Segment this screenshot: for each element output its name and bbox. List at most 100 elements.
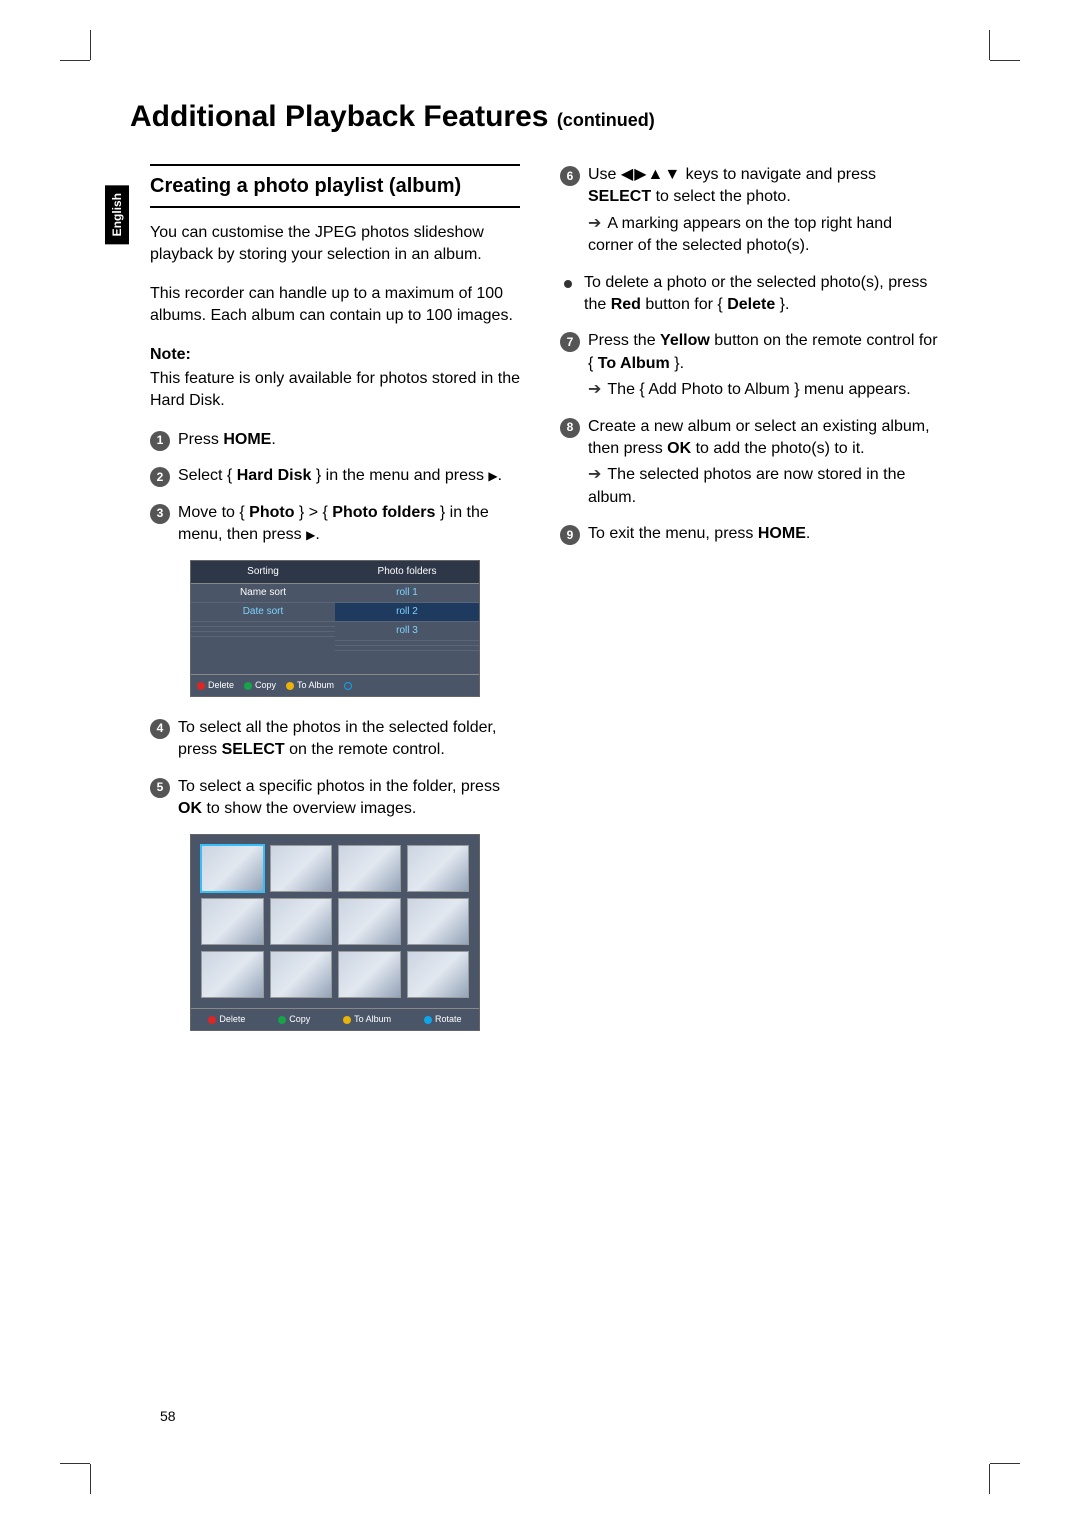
step-number-icon: 9 bbox=[560, 525, 580, 545]
section-title: Creating a photo playlist (album) bbox=[150, 164, 520, 208]
note-text: This feature is only available for photo… bbox=[150, 368, 520, 413]
page-title: Additional Playback Features (continued) bbox=[130, 100, 990, 134]
note-label: Note: bbox=[150, 344, 520, 366]
step-5: 5 To select a specific photos in the fol… bbox=[150, 776, 520, 821]
page-title-suffix: (continued) bbox=[557, 110, 655, 130]
thumbnail bbox=[338, 898, 401, 945]
intro-paragraph-1: You can customise the JPEG photos slides… bbox=[150, 222, 520, 267]
step-7: 7 Press the Yellow button on the remote … bbox=[560, 330, 940, 401]
footer-toalbum: To Album bbox=[286, 679, 334, 692]
footer-copy: Copy bbox=[244, 679, 276, 692]
yellow-dot-icon bbox=[343, 1016, 351, 1024]
step-text: To select a specific photos in the folde… bbox=[178, 778, 500, 795]
step-text: . bbox=[315, 526, 319, 543]
yellow-button-label: Yellow bbox=[660, 332, 710, 349]
sort-option: Name sort bbox=[191, 584, 335, 603]
language-tab: English bbox=[105, 185, 129, 244]
step-text: Use bbox=[588, 166, 621, 183]
menu-option-label: Photo bbox=[249, 504, 294, 521]
step-number-icon: 4 bbox=[150, 719, 170, 739]
step-text: on the remote control. bbox=[285, 741, 445, 758]
footer-copy: Copy bbox=[278, 1013, 310, 1026]
page-number: 58 bbox=[160, 1408, 176, 1424]
step-text: . bbox=[271, 431, 275, 448]
select-key-label: SELECT bbox=[222, 741, 285, 758]
thumbnail bbox=[407, 845, 470, 892]
menu-col-header-folders: Photo folders bbox=[335, 561, 479, 583]
step-text: Move to { bbox=[178, 504, 249, 521]
nav-arrows-icon bbox=[621, 166, 681, 183]
bullet-delete: To delete a photo or the selected photo(… bbox=[560, 272, 940, 317]
step-4: 4 To select all the photos in the select… bbox=[150, 717, 520, 762]
step-text: . bbox=[498, 467, 502, 484]
step-9: 9 To exit the menu, press HOME. bbox=[560, 523, 940, 545]
step-text: to show the overview images. bbox=[202, 800, 416, 817]
step-number-icon: 6 bbox=[560, 166, 580, 186]
step-text: } in the menu and press bbox=[311, 467, 488, 484]
folder-item: roll 1 bbox=[335, 584, 479, 603]
thumbnail bbox=[270, 951, 333, 998]
step-text: }. bbox=[670, 355, 684, 372]
home-key-label: HOME bbox=[223, 431, 271, 448]
green-dot-icon bbox=[244, 682, 252, 690]
step-2: 2 Select { Hard Disk } in the menu and p… bbox=[150, 465, 520, 487]
step-number-icon: 8 bbox=[560, 418, 580, 438]
step-1: 1 Press HOME. bbox=[150, 429, 520, 451]
step-8: 8 Create a new album or select an existi… bbox=[560, 416, 940, 510]
menu-option-label: To Album bbox=[598, 355, 670, 372]
empty-row bbox=[335, 646, 479, 651]
step-text: To exit the menu, press bbox=[588, 525, 758, 542]
red-button-label: Red bbox=[611, 296, 641, 313]
step-number-icon: 1 bbox=[150, 431, 170, 451]
thumbnail bbox=[407, 951, 470, 998]
step-3: 3 Move to { Photo } > { Photo folders } … bbox=[150, 502, 520, 547]
play-right-icon bbox=[488, 467, 497, 484]
result-text: The { Add Photo to Album } menu appears. bbox=[588, 379, 940, 401]
bullet-icon bbox=[564, 280, 572, 288]
thumbnail bbox=[338, 951, 401, 998]
step-text: . bbox=[806, 525, 810, 542]
step-text: button for { bbox=[641, 296, 727, 313]
folder-item-highlighted: roll 2 bbox=[335, 603, 479, 622]
step-number-icon: 7 bbox=[560, 332, 580, 352]
step-text: Press bbox=[178, 431, 223, 448]
empty-row bbox=[191, 632, 335, 637]
thumbnail bbox=[201, 898, 264, 945]
menu-screenshot: Sorting Photo folders Name sort Date sor… bbox=[190, 560, 480, 697]
thumbnail bbox=[338, 845, 401, 892]
step-6: 6 Use keys to navigate and press SELECT … bbox=[560, 164, 940, 258]
red-dot-icon bbox=[197, 682, 205, 690]
page-title-main: Additional Playback Features bbox=[130, 100, 548, 133]
step-number-icon: 3 bbox=[150, 504, 170, 524]
menu-option-label: Delete bbox=[727, 296, 775, 313]
thumbnail bbox=[270, 845, 333, 892]
blue-dot-icon bbox=[424, 1016, 432, 1024]
step-text: to add the photo(s) to it. bbox=[691, 440, 864, 457]
result-text: A marking appears on the top right hand … bbox=[588, 213, 940, 258]
footer-empty bbox=[344, 679, 355, 692]
thumbnail bbox=[407, 898, 470, 945]
thumbnail bbox=[270, 898, 333, 945]
grid-screenshot: Delete Copy To Album Rotate bbox=[190, 834, 480, 1030]
intro-paragraph-2: This recorder can handle up to a maximum… bbox=[150, 283, 520, 328]
step-number-icon: 5 bbox=[150, 778, 170, 798]
sort-option-selected: Date sort bbox=[191, 603, 335, 622]
folder-item: roll 3 bbox=[335, 622, 479, 641]
footer-delete: Delete bbox=[208, 1013, 245, 1026]
thumbnail-selected bbox=[201, 845, 264, 892]
home-key-label: HOME bbox=[758, 525, 806, 542]
left-column: Creating a photo playlist (album) You ca… bbox=[150, 164, 520, 1051]
step-text: Select { bbox=[178, 467, 237, 484]
menu-option-label: Photo folders bbox=[332, 504, 435, 521]
yellow-dot-icon bbox=[286, 682, 294, 690]
menu-option-label: Hard Disk bbox=[237, 467, 312, 484]
footer-toalbum: To Album bbox=[343, 1013, 391, 1026]
thumbnail bbox=[201, 951, 264, 998]
footer-delete: Delete bbox=[197, 679, 234, 692]
select-key-label: SELECT bbox=[588, 188, 651, 205]
red-dot-icon bbox=[208, 1016, 216, 1024]
menu-col-header-sorting: Sorting bbox=[191, 561, 335, 583]
play-right-icon bbox=[306, 526, 315, 543]
ok-key-label: OK bbox=[178, 800, 202, 817]
right-column: 6 Use keys to navigate and press SELECT … bbox=[560, 164, 940, 1051]
